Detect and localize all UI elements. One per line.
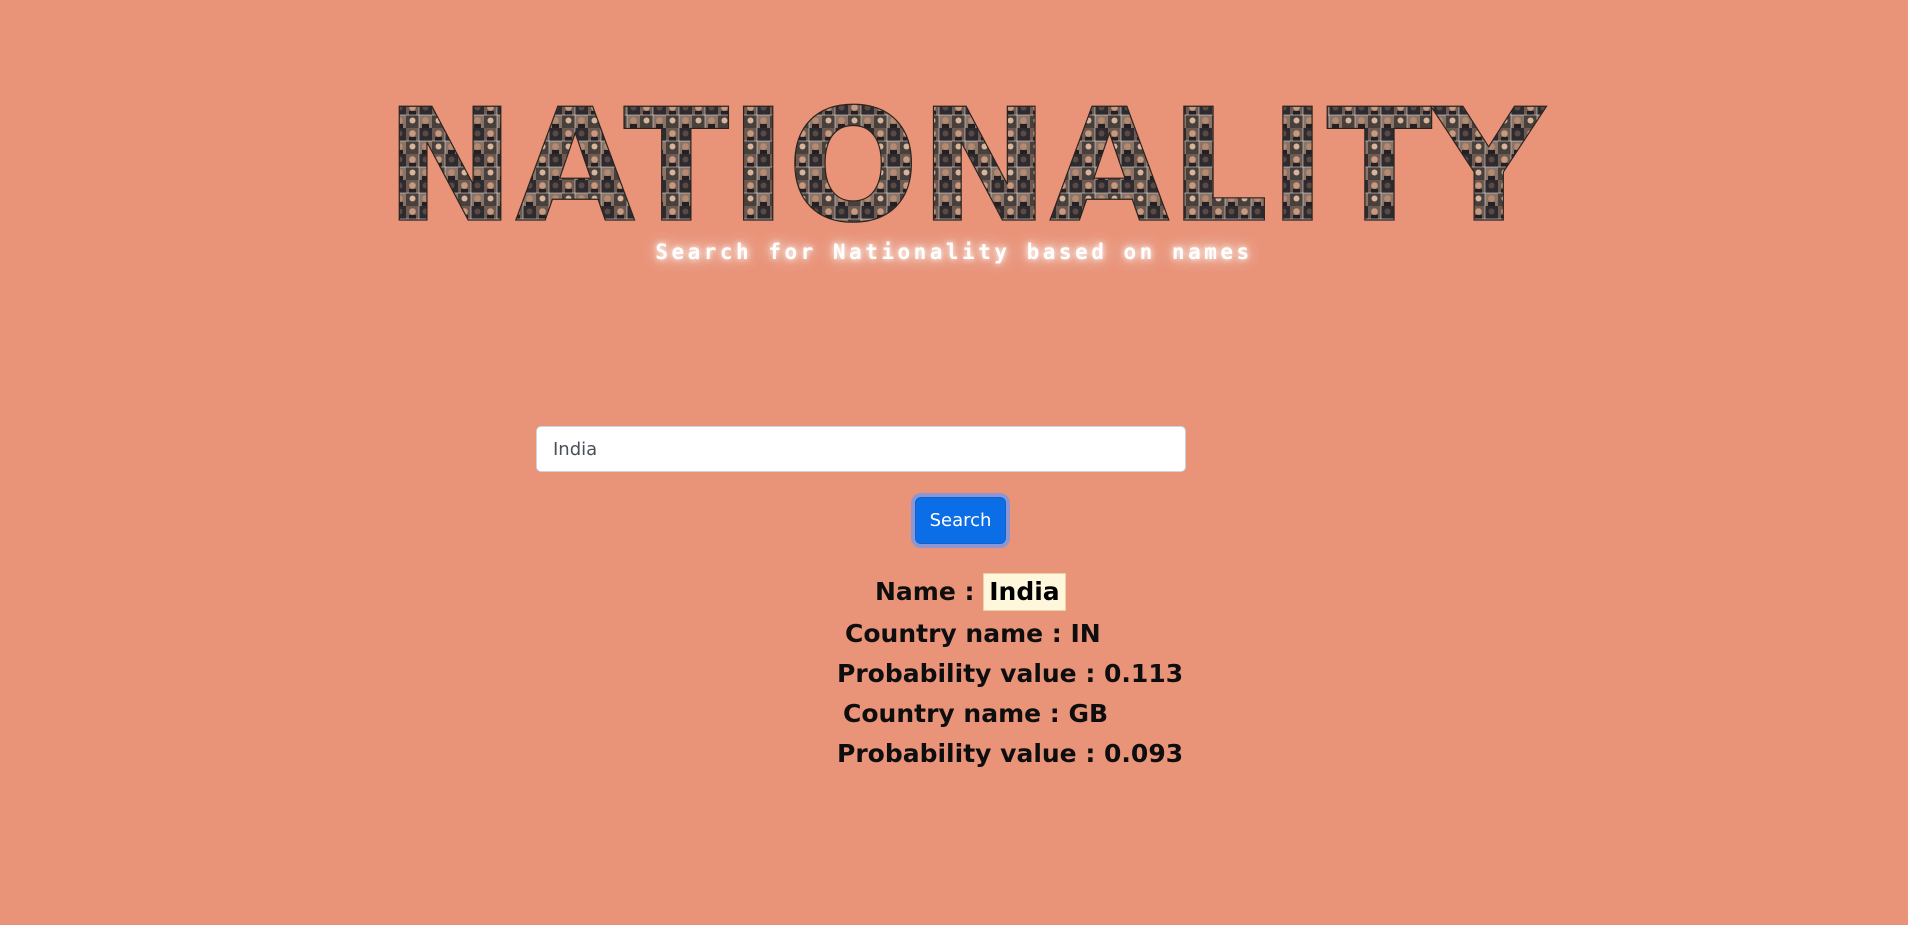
result-probability-label: Probability value : 0.093: [837, 739, 1184, 768]
result-probability-row: Probability value : 0.113: [837, 655, 1183, 693]
result-country-label: Country name : IN: [845, 619, 1101, 648]
result-country-row: Country name : GB: [843, 695, 1108, 733]
result-country-row: Country name : IN: [845, 615, 1101, 653]
name-search-input[interactable]: [536, 426, 1186, 472]
result-country-label: Country name : GB: [843, 699, 1109, 728]
result-name-row: Name : India: [875, 573, 1066, 611]
result-probability-label: Probability value : 0.113: [837, 659, 1184, 688]
site-title-graphic: NATIONALITY: [384, 102, 1547, 232]
site-title: NATIONALITY: [380, 102, 1550, 232]
result-name-label: Name :: [875, 577, 975, 606]
result-name-value: India: [983, 573, 1066, 611]
site-subtitle: Search for Nationality based on names: [655, 240, 1253, 264]
search-button[interactable]: Search: [915, 497, 1006, 544]
result-probability-row: Probability value : 0.093: [837, 735, 1183, 773]
site-title-text: NATIONALITY: [385, 102, 1547, 232]
